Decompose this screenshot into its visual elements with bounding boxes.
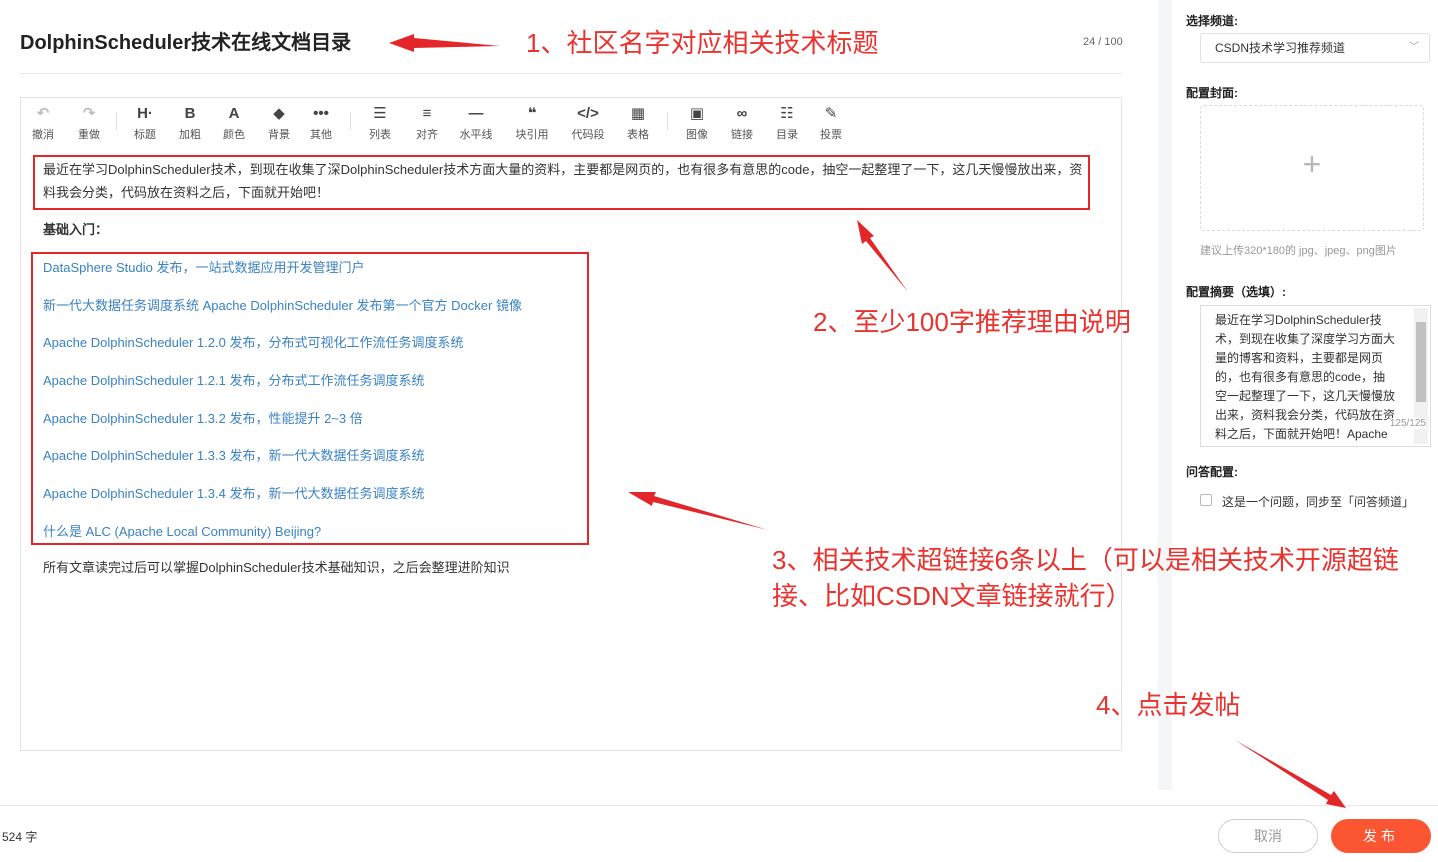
toolbar-label: 表格 — [627, 129, 649, 141]
qa-checkbox[interactable] — [1200, 494, 1212, 506]
editor-toolbar: ↶ 撤消 ↷ 重做 H· 标题 B 加粗 A 颜色 ◆ 背景 ••• 其他 ☰ 列表 ≡ 对齐 — 水平线 ❝ 块引用 </… — [21, 98, 1121, 146]
publish-button[interactable]: 发布 — [1331, 819, 1431, 853]
toolbar-label: 水平线 — [459, 129, 493, 141]
settings-sidebar: 选择频道: CSDN技术学习推荐频道 ﹀ 配置封面: + 建议上传320*180… — [1158, 0, 1438, 790]
background-icon: ◆ — [273, 105, 285, 122]
cover-upload[interactable]: + — [1200, 105, 1424, 231]
annotation-step2: 2、至少100字推荐理由说明 — [813, 307, 1131, 337]
qa-checkbox-label[interactable]: 这是一个问题，同步至「问答频道」 — [1222, 493, 1414, 510]
annotation-step3-line2: 接、比如CSDN文章链接就行） — [772, 581, 1132, 611]
toolbar-label: 链接 — [731, 129, 753, 141]
list-icon: ☰ — [373, 105, 387, 122]
cover-hint: 建议上传320*180的 jpg、jpeg、png图片 — [1200, 245, 1397, 257]
toolbar-separator — [116, 112, 117, 130]
title-divider — [20, 73, 1122, 74]
horizontal-line-icon: — — [468, 105, 484, 122]
toolbar-label: 图像 — [686, 129, 708, 141]
toolbar-align[interactable]: ≡ 对齐 — [407, 104, 447, 142]
redo-icon: ↷ — [82, 105, 96, 122]
toolbar-label: 代码段 — [571, 129, 605, 141]
abstract-label: 配置摘要（选填）: — [1186, 285, 1286, 299]
toolbar-label: 块引用 — [515, 129, 549, 141]
abstract-char-count: 125/125 — [1389, 418, 1426, 429]
link-icon: ∞ — [736, 105, 748, 122]
toolbar-toc[interactable]: ☷ 目录 — [767, 104, 807, 142]
toolbar-label: 对齐 — [416, 129, 438, 141]
footer-paragraph: 所有文章读完过后可以掌握DolphinScheduler技术基础知识，之后会整理… — [43, 560, 510, 575]
toolbar-label: 重做 — [78, 129, 100, 141]
cancel-button[interactable]: 取消 — [1218, 819, 1318, 853]
toc-icon: ☷ — [780, 105, 794, 122]
code-icon: </> — [577, 105, 599, 122]
toolbar-horizontal-line[interactable]: — 水平线 — [456, 104, 496, 142]
toolbar-heading[interactable]: H· 标题 — [125, 104, 165, 142]
toolbar-table[interactable]: ▦ 表格 — [618, 104, 658, 142]
annotation-step1: 1、社区名字对应相关技术标题 — [526, 28, 879, 58]
toolbar-link[interactable]: ∞ 链接 — [722, 104, 762, 142]
title-char-count: 24 / 100 — [1083, 36, 1123, 48]
toolbar-label: 背景 — [268, 129, 290, 141]
annotation-step4: 4、点击发帖 — [1096, 690, 1241, 720]
toolbar-label: 标题 — [134, 129, 156, 141]
toolbar-label: 加粗 — [179, 129, 201, 141]
toolbar-quote[interactable]: ❝ 块引用 — [512, 104, 552, 142]
toolbar-font-color[interactable]: A 颜色 — [214, 104, 254, 142]
abstract-textarea[interactable]: 最近在学习DolphinScheduler技术，到现在收集了深度学习方面大量的博… — [1200, 305, 1431, 447]
toolbar-label: 目录 — [776, 129, 798, 141]
cover-label: 配置封面: — [1186, 86, 1238, 100]
toolbar-label: 颜色 — [223, 129, 245, 141]
post-editor-page: DolphinScheduler技术在线文档目录 24 / 100 ↶ 撤消 ↷ 重做… — [0, 0, 1438, 862]
chevron-down-icon: ﹀ — [1409, 42, 1419, 53]
bold-icon: B — [184, 105, 196, 122]
title-input[interactable]: DolphinScheduler技术在线文档目录 — [20, 26, 351, 55]
toolbar-code[interactable]: </> 代码段 — [568, 104, 608, 142]
toolbar-more[interactable]: ••• 其他 — [301, 104, 341, 142]
bottom-bar: 524 字 取消 发布 — [0, 805, 1438, 862]
font-color-icon: A — [228, 105, 240, 122]
table-icon: ▦ — [630, 105, 646, 122]
toolbar-background[interactable]: ◆ 背景 — [259, 104, 299, 142]
qa-label: 问答配置: — [1186, 465, 1238, 479]
annotation-step3-line1: 3、相关技术超链接6条以上（可以是相关技术开源超链 — [772, 545, 1399, 575]
channel-select[interactable]: CSDN技术学习推荐频道 ﹀ — [1200, 33, 1430, 63]
toolbar-vote[interactable]: ✎ 投票 — [811, 104, 851, 142]
toolbar-undo[interactable]: ↶ 撤消 — [23, 104, 63, 142]
channel-label: 选择频道: — [1186, 14, 1238, 28]
heading-icon: H· — [137, 105, 153, 122]
undo-icon: ↶ — [36, 105, 50, 122]
channel-select-value: CSDN技术学习推荐频道 — [1215, 41, 1346, 55]
toolbar-separator — [667, 112, 668, 130]
section-heading: 基础入门： — [43, 222, 109, 237]
toolbar-image[interactable]: ▣ 图像 — [677, 104, 717, 142]
toolbar-label: 撤消 — [32, 129, 54, 141]
abstract-text: 最近在学习DolphinScheduler技术，到现在收集了深度学习方面大量的博… — [1215, 313, 1396, 441]
vote-icon: ✎ — [824, 105, 838, 122]
toolbar-label: 投票 — [820, 129, 842, 141]
quote-icon: ❝ — [527, 105, 537, 122]
toolbar-label: 其他 — [310, 129, 332, 141]
toolbar-redo[interactable]: ↷ 重做 — [69, 104, 109, 142]
align-icon: ≡ — [422, 105, 432, 122]
annotation-box-links — [31, 252, 589, 545]
image-icon: ▣ — [689, 105, 705, 122]
more-icon: ••• — [313, 105, 329, 122]
toolbar-list[interactable]: ☰ 列表 — [360, 104, 400, 142]
scrollbar-thumb[interactable] — [1416, 322, 1426, 402]
annotation-box-intro — [33, 155, 1090, 210]
toolbar-label: 列表 — [369, 129, 391, 141]
settings-panel: 选择频道: CSDN技术学习推荐频道 ﹀ 配置封面: + 建议上传320*180… — [1172, 0, 1438, 790]
word-count: 524 字 — [2, 830, 38, 844]
toolbar-bold[interactable]: B 加粗 — [170, 104, 210, 142]
toolbar-separator — [350, 112, 351, 130]
plus-icon: + — [1302, 146, 1322, 182]
